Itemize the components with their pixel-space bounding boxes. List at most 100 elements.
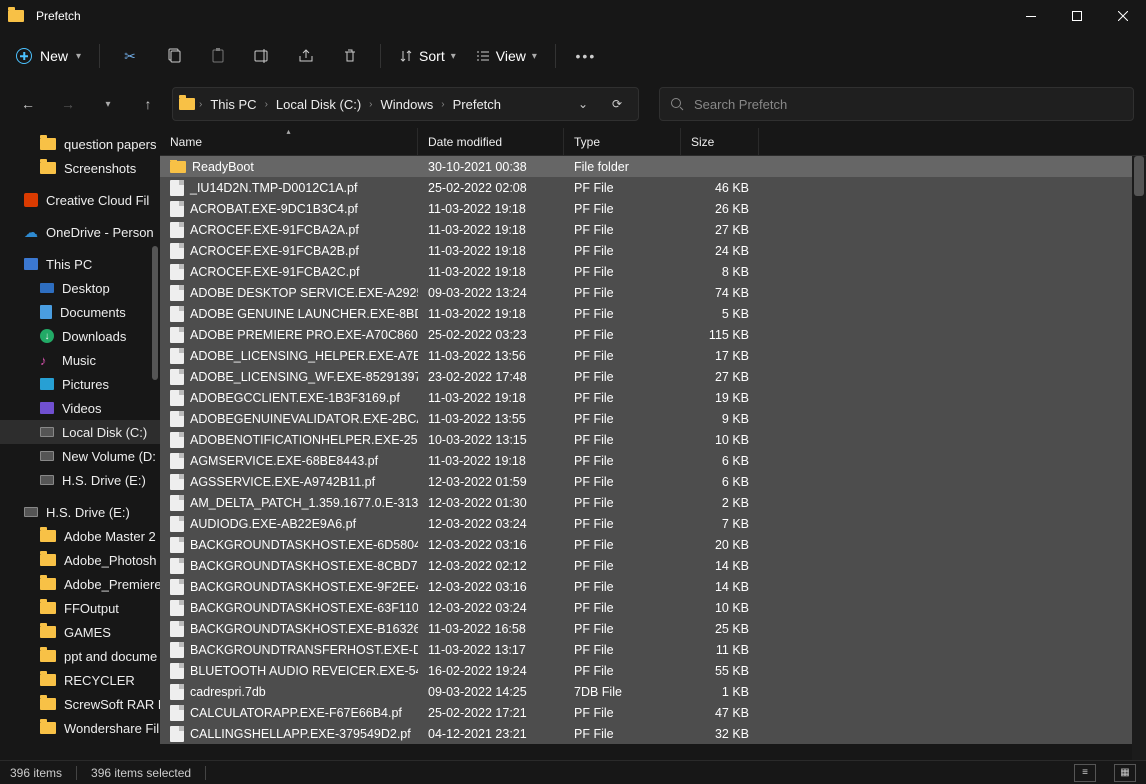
file-row[interactable]: ADOBE_LICENSING_WF.EXE-85291397.pf23-02-… bbox=[160, 366, 1146, 387]
close-button[interactable] bbox=[1100, 0, 1146, 32]
file-row[interactable]: ACROCEF.EXE-91FCBA2A.pf11-03-2022 19:18P… bbox=[160, 219, 1146, 240]
sidebar-item[interactable]: ↓Downloads bbox=[0, 324, 160, 348]
sidebar-item[interactable]: Documents bbox=[0, 300, 160, 324]
file-type: PF File bbox=[564, 223, 681, 237]
file-icon bbox=[170, 390, 184, 406]
column-header-date[interactable]: Date modified bbox=[418, 128, 564, 155]
sidebar-item[interactable]: FFOutput bbox=[0, 596, 160, 620]
sidebar-item[interactable]: ppt and docume bbox=[0, 644, 160, 668]
file-row[interactable]: AUDIODG.EXE-AB22E9A6.pf12-03-2022 03:24P… bbox=[160, 513, 1146, 534]
sidebar-item[interactable]: ☁OneDrive - Person bbox=[0, 220, 160, 244]
new-button[interactable]: New ▾ bbox=[8, 38, 89, 74]
sidebar-item-label: Videos bbox=[62, 401, 102, 416]
address-bar[interactable]: › This PC › Local Disk (C:) › Windows › … bbox=[172, 87, 639, 121]
up-button[interactable]: ↑ bbox=[132, 88, 164, 120]
sidebar-item[interactable]: Adobe_Photosh bbox=[0, 548, 160, 572]
file-row[interactable]: BACKGROUNDTRANSFERHOST.EXE-DB32...11-03-… bbox=[160, 639, 1146, 660]
address-dropdown-button[interactable]: ⌄ bbox=[568, 97, 598, 111]
recent-button[interactable]: ▾ bbox=[92, 88, 124, 120]
delete-button[interactable] bbox=[330, 38, 370, 74]
column-header-size[interactable]: Size bbox=[681, 128, 759, 155]
folder-icon bbox=[40, 602, 56, 614]
sidebar-item[interactable]: Pictures bbox=[0, 372, 160, 396]
file-row[interactable]: ADOBEGENUINEVALIDATOR.EXE-2BCAF8...11-03… bbox=[160, 408, 1146, 429]
sidebar-item[interactable]: Videos bbox=[0, 396, 160, 420]
back-button[interactable]: ← bbox=[12, 88, 44, 120]
breadcrumb-item[interactable]: Local Disk (C:) bbox=[272, 97, 365, 112]
selected-count: 396 items selected bbox=[91, 766, 191, 780]
column-header-type[interactable]: Type bbox=[564, 128, 681, 155]
sidebar-item[interactable]: This PC bbox=[0, 252, 160, 276]
more-button[interactable]: ••• bbox=[566, 38, 606, 74]
sidebar-item[interactable]: GAMES bbox=[0, 620, 160, 644]
sidebar-item[interactable]: Wondershare Fil bbox=[0, 716, 160, 740]
file-row[interactable]: ACROCEF.EXE-91FCBA2C.pf11-03-2022 19:18P… bbox=[160, 261, 1146, 282]
details-view-button[interactable]: ≡ bbox=[1074, 764, 1096, 782]
sidebar-item-label: RECYCLER bbox=[64, 673, 135, 688]
column-header-name[interactable]: Name▴ bbox=[160, 128, 418, 155]
thumbnails-view-button[interactable]: ▦ bbox=[1114, 764, 1136, 782]
file-size: 20 KB bbox=[681, 538, 759, 552]
sidebar-item[interactable]: RECYCLER bbox=[0, 668, 160, 692]
file-row[interactable]: BACKGROUNDTASKHOST.EXE-8CBD7053...12-03-… bbox=[160, 555, 1146, 576]
chevron-down-icon: ▾ bbox=[105, 99, 110, 110]
maximize-button[interactable] bbox=[1054, 0, 1100, 32]
sidebar-item[interactable]: Desktop bbox=[0, 276, 160, 300]
file-size: 19 KB bbox=[681, 391, 759, 405]
share-button[interactable] bbox=[286, 38, 326, 74]
file-row[interactable]: AGMSERVICE.EXE-68BE8443.pf11-03-2022 19:… bbox=[160, 450, 1146, 471]
refresh-button[interactable]: ⟳ bbox=[602, 97, 632, 111]
sidebar-item[interactable]: Adobe Master 2 bbox=[0, 524, 160, 548]
file-row[interactable]: CALCULATORAPP.EXE-F67E66B4.pf25-02-2022 … bbox=[160, 702, 1146, 723]
rename-button[interactable] bbox=[242, 38, 282, 74]
file-row[interactable]: BACKGROUNDTASKHOST.EXE-B16326C0.pf11-03-… bbox=[160, 618, 1146, 639]
sidebar-item[interactable]: H.S. Drive (E:) bbox=[0, 500, 160, 524]
sidebar-item[interactable]: New Volume (D: bbox=[0, 444, 160, 468]
file-date: 12-03-2022 03:24 bbox=[418, 601, 564, 615]
file-row[interactable]: ReadyBoot30-10-2021 00:38File folder bbox=[160, 156, 1146, 177]
sidebar-item[interactable]: ♪Music bbox=[0, 348, 160, 372]
file-row[interactable]: ACROCEF.EXE-91FCBA2B.pf11-03-2022 19:18P… bbox=[160, 240, 1146, 261]
copy-button[interactable] bbox=[154, 38, 194, 74]
minimize-button[interactable] bbox=[1008, 0, 1054, 32]
file-row[interactable]: CALLINGSHELLAPP.EXE-379549D2.pf04-12-202… bbox=[160, 723, 1146, 744]
breadcrumb-item[interactable]: This PC bbox=[206, 97, 260, 112]
file-row[interactable]: AGSSERVICE.EXE-A9742B11.pf12-03-2022 01:… bbox=[160, 471, 1146, 492]
breadcrumb-item[interactable]: Windows bbox=[377, 97, 438, 112]
file-row[interactable]: AM_DELTA_PATCH_1.359.1677.0.E-3139A...12… bbox=[160, 492, 1146, 513]
sort-button[interactable]: Sort ▾ bbox=[391, 38, 464, 74]
file-row[interactable]: BACKGROUNDTASKHOST.EXE-63F11000.pf12-03-… bbox=[160, 597, 1146, 618]
sidebar-item[interactable]: ScrewSoft RAR F bbox=[0, 692, 160, 716]
sidebar-item[interactable]: question papers bbox=[0, 132, 160, 156]
file-row[interactable]: cadrespri.7db09-03-2022 14:257DB File1 K… bbox=[160, 681, 1146, 702]
file-row[interactable]: BACKGROUNDTASKHOST.EXE-6D58042C.pf12-03-… bbox=[160, 534, 1146, 555]
file-list[interactable]: ReadyBoot30-10-2021 00:38File folder_IU1… bbox=[160, 156, 1146, 760]
file-row[interactable]: BLUETOOTH AUDIO REVEICER.EXE-547EC...16-… bbox=[160, 660, 1146, 681]
scrollbar-thumb[interactable] bbox=[1134, 156, 1144, 196]
sort-asc-icon: ▴ bbox=[286, 128, 290, 136]
file-row[interactable]: ADOBE DESKTOP SERVICE.EXE-A2925451.pf09-… bbox=[160, 282, 1146, 303]
scrollbar-thumb[interactable] bbox=[152, 246, 158, 380]
file-row[interactable]: ADOBENOTIFICATIONHELPER.EXE-25CC...10-03… bbox=[160, 429, 1146, 450]
file-row[interactable]: ADOBE PREMIERE PRO.EXE-A70C860E.pf25-02-… bbox=[160, 324, 1146, 345]
file-row[interactable]: ACROBAT.EXE-9DC1B3C4.pf11-03-2022 19:18P… bbox=[160, 198, 1146, 219]
view-button[interactable]: View ▾ bbox=[468, 38, 545, 74]
file-row[interactable]: ADOBEGCCLIENT.EXE-1B3F3169.pf11-03-2022 … bbox=[160, 387, 1146, 408]
file-row[interactable]: _IU14D2N.TMP-D0012C1A.pf25-02-2022 02:08… bbox=[160, 177, 1146, 198]
search-box[interactable]: Search Prefetch bbox=[659, 87, 1134, 121]
cut-button[interactable]: ✂ bbox=[110, 38, 150, 74]
sidebar-item[interactable]: Creative Cloud Fil bbox=[0, 188, 160, 212]
file-row[interactable]: ADOBE_LICENSING_HELPER.EXE-A7EF9B...11-0… bbox=[160, 345, 1146, 366]
file-row[interactable]: ADOBE GENUINE LAUNCHER.EXE-8BD95...11-03… bbox=[160, 303, 1146, 324]
sidebar-item[interactable]: Adobe_Premiere bbox=[0, 572, 160, 596]
sidebar-item[interactable]: H.S. Drive (E:) bbox=[0, 468, 160, 492]
breadcrumb-item[interactable]: Prefetch bbox=[449, 97, 505, 112]
forward-button[interactable]: → bbox=[52, 88, 84, 120]
paste-button[interactable] bbox=[198, 38, 238, 74]
sidebar-item[interactable]: Screenshots bbox=[0, 156, 160, 180]
sidebar-item[interactable]: Local Disk (C:) bbox=[0, 420, 160, 444]
vertical-scrollbar[interactable] bbox=[1132, 156, 1146, 760]
file-row[interactable]: BACKGROUNDTASKHOST.EXE-9F2EE4C2.pf12-03-… bbox=[160, 576, 1146, 597]
file-date: 10-03-2022 13:15 bbox=[418, 433, 564, 447]
navigation-pane[interactable]: question papersScreenshots Creative Cloud… bbox=[0, 128, 160, 760]
